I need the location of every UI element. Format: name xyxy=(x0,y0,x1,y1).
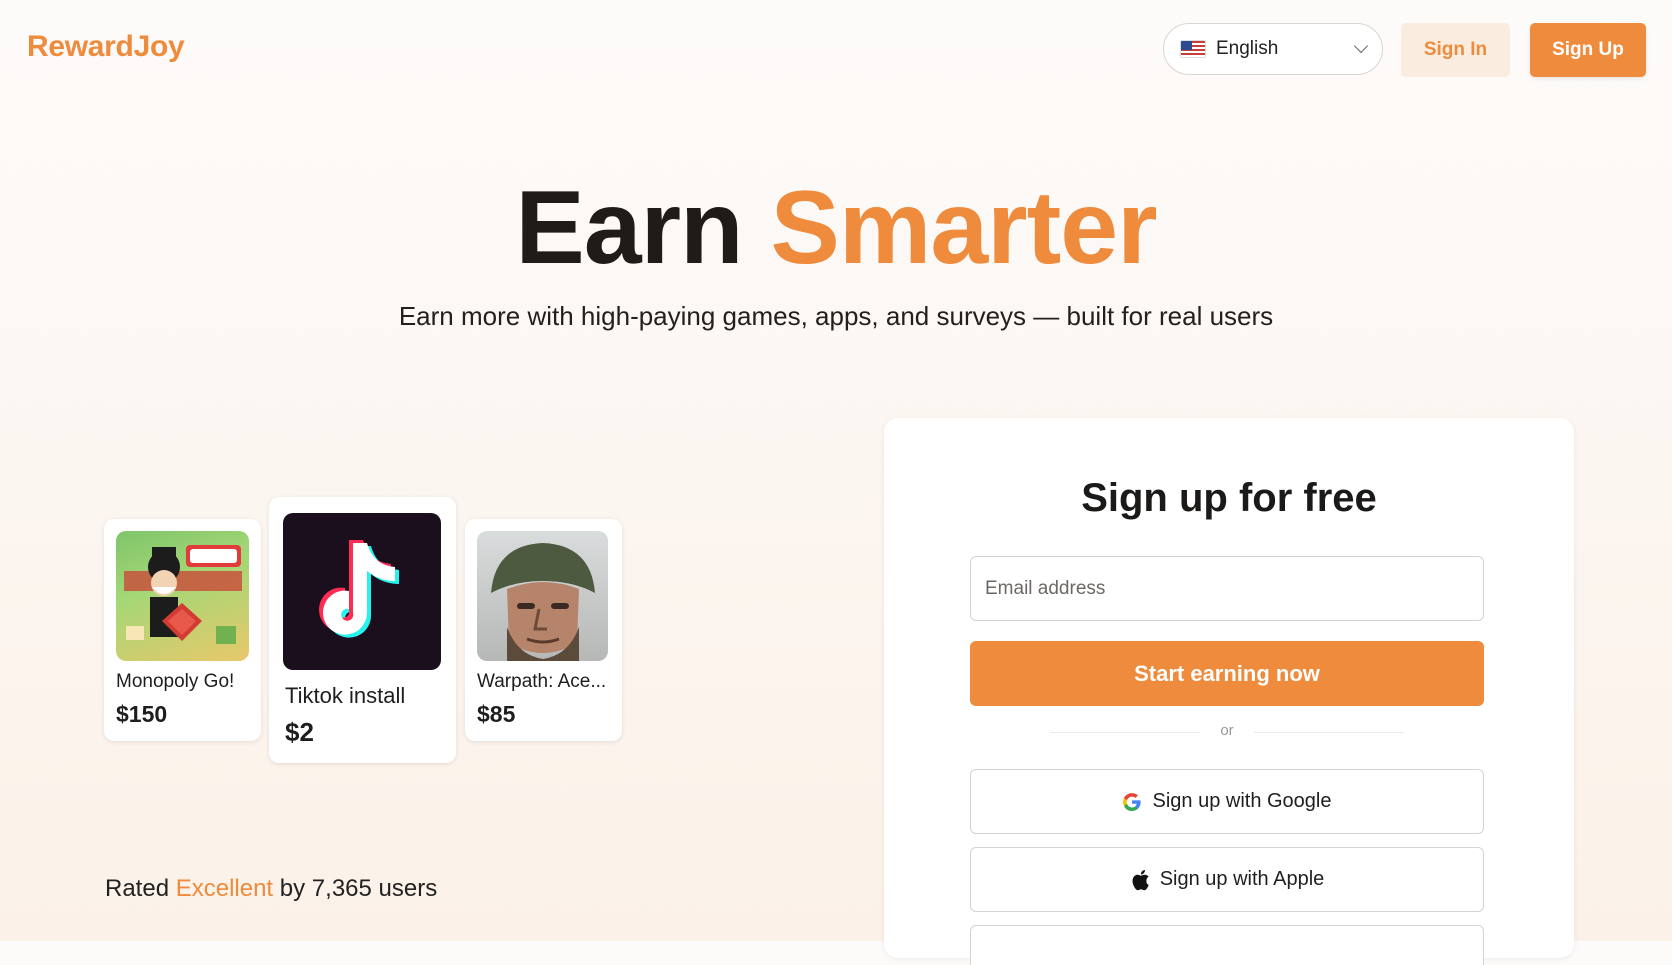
or-separator: or xyxy=(1220,722,1234,739)
offer-name: Warpath: Ace... xyxy=(477,671,607,692)
apple-signup-label: Sign up with Apple xyxy=(1159,868,1325,890)
apple-signup-button[interactable]: Sign up with Apple xyxy=(970,847,1484,912)
language-selector[interactable]: English xyxy=(1163,23,1383,75)
monopoly-go-app-icon xyxy=(116,531,249,661)
signup-title: Sign up for free xyxy=(1081,476,1377,520)
offer-name: Tiktok install xyxy=(285,683,406,708)
google-icon xyxy=(1122,792,1142,812)
offer-name: Monopoly Go! xyxy=(116,671,235,692)
hero-subtitle: Earn more with high-paying games, apps, … xyxy=(398,301,1274,331)
google-signup-button[interactable]: Sign up with Google xyxy=(970,769,1484,834)
hero-title-plain: Earn xyxy=(515,170,743,286)
divider-left xyxy=(1050,732,1200,733)
language-label: English xyxy=(1216,38,1279,59)
rating-prefix: Rated xyxy=(105,875,170,902)
google-signup-label: Sign up with Google xyxy=(1152,790,1332,812)
apple-icon xyxy=(1130,869,1150,891)
start-earning-button[interactable]: Start earning now xyxy=(970,641,1484,706)
sign-in-button[interactable]: Sign In xyxy=(1401,23,1510,77)
warpath-app-icon xyxy=(477,531,608,661)
rating-text: Rated Excellent by 7,365 users xyxy=(105,875,437,903)
more-signup-button[interactable] xyxy=(970,925,1484,965)
offer-price: $150 xyxy=(116,701,168,727)
tiktok-app-icon xyxy=(283,513,441,670)
offer-card-tiktok[interactable]: Tiktok install $2 xyxy=(269,497,456,763)
rewardjoy-logo[interactable]: RewardJoy xyxy=(27,30,185,64)
rating-suffix: by 7,365 users xyxy=(279,875,438,902)
offer-price: $85 xyxy=(477,701,516,727)
chevron-down-icon xyxy=(1353,38,1369,54)
offer-card-warpath[interactable]: Warpath: Ace... $85 xyxy=(465,519,622,741)
email-field[interactable] xyxy=(970,556,1484,621)
hero-title-accent: Smarter xyxy=(770,170,1158,286)
offer-price: $2 xyxy=(285,717,314,747)
rating-word: Excellent xyxy=(175,875,274,902)
us-flag-icon xyxy=(1180,40,1206,58)
divider-right xyxy=(1254,732,1404,733)
offer-card-monopoly[interactable]: Monopoly Go! $150 xyxy=(104,519,261,741)
hero-title: Earn Smarter xyxy=(0,168,1672,288)
sign-up-button[interactable]: Sign Up xyxy=(1530,23,1646,77)
